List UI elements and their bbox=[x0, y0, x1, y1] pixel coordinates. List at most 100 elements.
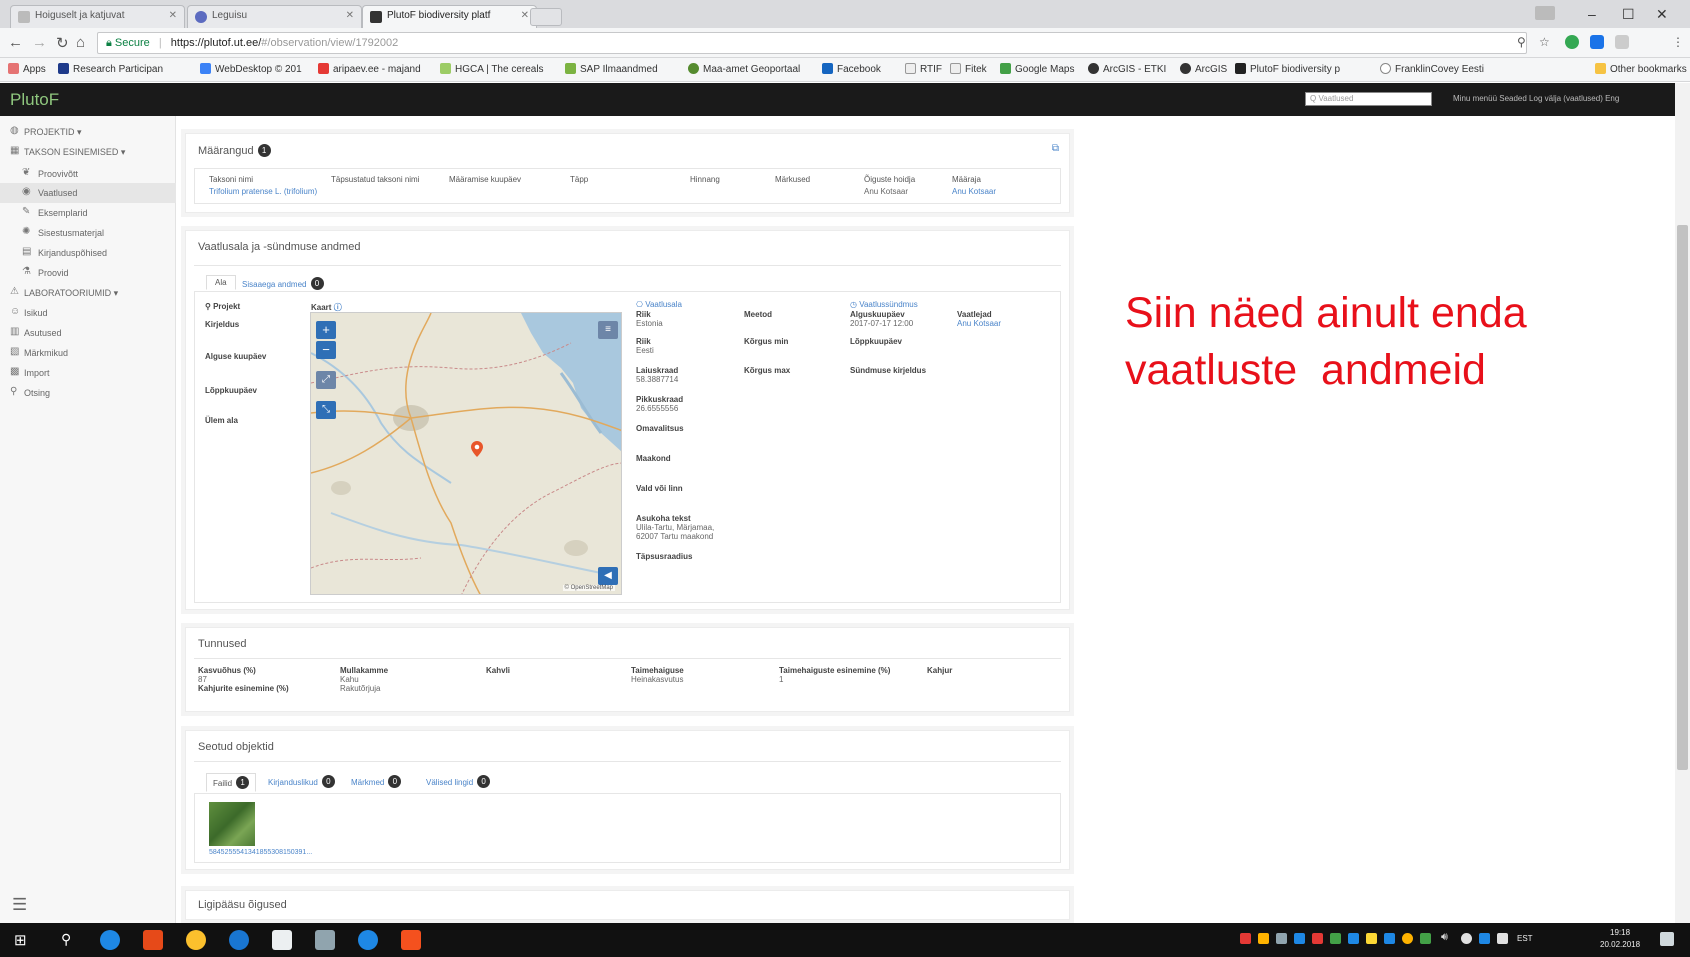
bookmark-item[interactable]: HGCA | The cereals bbox=[440, 63, 544, 75]
edge-icon[interactable] bbox=[100, 930, 120, 950]
extension-icon[interactable] bbox=[1615, 35, 1629, 49]
maximize-icon[interactable]: ☐ bbox=[1622, 6, 1635, 23]
taskbar-clock[interactable]: 19:18 20.02.2018 bbox=[1600, 927, 1640, 951]
sidebar-item[interactable]: ⚗ Proovid bbox=[0, 263, 176, 283]
bookmark-item[interactable]: Apps bbox=[8, 63, 46, 75]
volume-icon[interactable]: 🔊︎ bbox=[1441, 931, 1448, 944]
windows-start-icon[interactable]: ⊞ bbox=[14, 931, 27, 949]
sidebar-item[interactable]: ▩ Import bbox=[0, 363, 176, 383]
sidebar-item[interactable]: ▧ Märkmikud bbox=[0, 343, 176, 363]
tab-external-links[interactable]: Välised lingid 0 bbox=[426, 775, 491, 788]
file-explorer-icon[interactable] bbox=[315, 930, 335, 950]
sidebar-item[interactable]: ✺ Sisestusmaterjal bbox=[0, 223, 176, 243]
tray-icon[interactable] bbox=[1461, 933, 1472, 944]
info-icon[interactable]: ⓘ bbox=[334, 303, 342, 312]
bookmark-item[interactable]: Facebook bbox=[822, 63, 881, 75]
layers-icon[interactable]: ≡ bbox=[598, 321, 618, 339]
minimize-icon[interactable]: – bbox=[1588, 6, 1596, 22]
tab-files[interactable]: Failid 1 bbox=[206, 773, 257, 792]
sidebar-item[interactable]: ▦ TAKSON ESINEMISED ▾ bbox=[0, 142, 176, 162]
tray-icon[interactable] bbox=[1366, 933, 1377, 944]
sidebar-item[interactable]: ⚲ Otsing bbox=[0, 383, 176, 403]
determiner-link[interactable]: Anu Kotsaar bbox=[952, 187, 996, 196]
notifications-icon[interactable] bbox=[1660, 932, 1674, 946]
tab-notes[interactable]: Märkmed 0 bbox=[351, 775, 402, 788]
bookmark-item[interactable]: FranklinCovey Eesti bbox=[1380, 63, 1484, 75]
bookmark-item[interactable]: WebDesktop © 201 bbox=[200, 63, 302, 75]
tray-icon[interactable] bbox=[1348, 933, 1359, 944]
sidebar-item[interactable]: ❦ Proovivõtt bbox=[0, 164, 176, 184]
reload-icon[interactable]: ↻ bbox=[56, 34, 69, 52]
observation-map[interactable]: + − ⤢ ⤡ ≡ ◀ © OpenStreetMap bbox=[310, 312, 622, 595]
browser-tab-3[interactable]: PlutoF biodiversity platf ✕ bbox=[362, 5, 537, 28]
header-search-input[interactable]: Q Vaatlused bbox=[1305, 92, 1432, 106]
menu-icon[interactable]: ⋮ bbox=[1672, 35, 1684, 49]
tray-icon[interactable] bbox=[1479, 933, 1490, 944]
zoom-in-button[interactable]: + bbox=[316, 321, 336, 339]
extension-icon[interactable] bbox=[1565, 35, 1579, 49]
skype-icon[interactable] bbox=[358, 930, 378, 950]
file-caption-link[interactable]: 5845255541341855308150391... bbox=[209, 849, 312, 856]
sidebar-item[interactable]: ▥ Asutused bbox=[0, 323, 176, 343]
tray-icon[interactable] bbox=[1294, 933, 1305, 944]
brand-logo[interactable]: PlutoF bbox=[10, 90, 59, 110]
bookmark-item[interactable]: Research Participan bbox=[58, 63, 163, 75]
taxon-link[interactable]: Trifolium pratense L. (trifolium) bbox=[209, 187, 317, 196]
locality-header[interactable]: ⎔ Vaatlusala bbox=[636, 300, 682, 309]
bookmark-item[interactable]: Google Maps bbox=[1000, 63, 1074, 75]
star-icon[interactable]: ☆ bbox=[1539, 35, 1550, 49]
map-canvas[interactable] bbox=[311, 313, 622, 595]
fullscreen-icon[interactable]: ⤢ bbox=[316, 371, 336, 389]
scrollbar-thumb[interactable] bbox=[1677, 225, 1688, 770]
bookmark-item[interactable]: ArcGIS - ETKI bbox=[1088, 63, 1166, 75]
tab-literature[interactable]: Kirjanduslikud 0 bbox=[268, 775, 335, 788]
bookmark-item[interactable]: Maa-amet Geoportaal bbox=[688, 63, 800, 75]
sidebar-item[interactable]: ☺ Isikud bbox=[0, 303, 176, 323]
close-tab-icon[interactable]: ✕ bbox=[169, 10, 177, 21]
tray-icon[interactable] bbox=[1402, 933, 1413, 944]
home-icon[interactable]: ⌂ bbox=[76, 34, 85, 51]
extension-icon[interactable] bbox=[1590, 35, 1604, 49]
other-bookmarks[interactable]: Other bookmarks bbox=[1595, 63, 1687, 75]
bookmark-item[interactable]: ArcGIS bbox=[1180, 63, 1227, 75]
bookmark-item[interactable]: Fitek bbox=[950, 63, 987, 75]
browser-tab-1[interactable]: Hoiguselt ja katjuvat ✕ bbox=[10, 5, 185, 28]
hamburger-menu-icon[interactable]: ☰ bbox=[12, 895, 27, 915]
tray-icon[interactable] bbox=[1420, 933, 1431, 944]
event-header[interactable]: ◷ Vaatlussündmus bbox=[850, 300, 918, 309]
header-user-links[interactable]: Minu menüü Seaded Log välja (vaatlused) … bbox=[1453, 94, 1619, 103]
zoom-icon[interactable]: ⚲ bbox=[1517, 35, 1526, 49]
tray-icon[interactable] bbox=[1384, 933, 1395, 944]
close-window-icon[interactable]: ✕ bbox=[1656, 6, 1668, 23]
forward-icon[interactable]: → bbox=[32, 34, 47, 51]
bookmark-item[interactable]: PlutoF biodiversity p bbox=[1235, 63, 1340, 75]
collapse-icon[interactable]: ◀ bbox=[598, 567, 618, 585]
close-tab-icon[interactable]: ✕ bbox=[346, 10, 354, 21]
url-input[interactable]: 🔒︎ Secure | https://plutof.ut.ee/#/obser… bbox=[97, 32, 1527, 54]
expand-map-icon[interactable]: ⤡ bbox=[316, 401, 336, 419]
network-icon[interactable] bbox=[1497, 933, 1508, 944]
internet-explorer-icon[interactable] bbox=[229, 930, 249, 950]
zoom-out-button[interactable]: − bbox=[316, 341, 336, 359]
profile-icon[interactable] bbox=[1535, 6, 1555, 20]
app-icon[interactable] bbox=[143, 930, 163, 950]
search-icon[interactable]: ⚲ bbox=[61, 931, 71, 948]
language-indicator[interactable]: EST bbox=[1517, 934, 1533, 943]
tray-icon[interactable] bbox=[1240, 933, 1251, 944]
location-pin-icon[interactable] bbox=[471, 441, 483, 457]
back-icon[interactable]: ← bbox=[8, 34, 23, 51]
sidebar-item[interactable]: ▤ Kirjanduspõhised bbox=[0, 243, 176, 263]
expand-icon[interactable]: ⧉ bbox=[1052, 143, 1059, 154]
sidebar-item[interactable]: ◉ Vaatlused bbox=[0, 183, 176, 203]
bookmark-item[interactable]: RTIF bbox=[905, 63, 942, 75]
tray-icon[interactable] bbox=[1330, 933, 1341, 944]
file-thumbnail[interactable] bbox=[209, 802, 255, 846]
sidebar-item[interactable]: ◍ PROJEKTID ▾ bbox=[0, 122, 176, 142]
tray-icon[interactable] bbox=[1276, 933, 1287, 944]
sidebar-item[interactable]: ✎ Eksemplarid bbox=[0, 203, 176, 223]
bookmark-item[interactable]: aripaev.ee - majand bbox=[318, 63, 421, 75]
tray-icon[interactable] bbox=[1312, 933, 1323, 944]
new-tab-button[interactable] bbox=[530, 8, 562, 26]
sidebar-item[interactable]: ⚠ LABORATOORIUMID ▾ bbox=[0, 283, 176, 303]
tray-icon[interactable] bbox=[1258, 933, 1269, 944]
